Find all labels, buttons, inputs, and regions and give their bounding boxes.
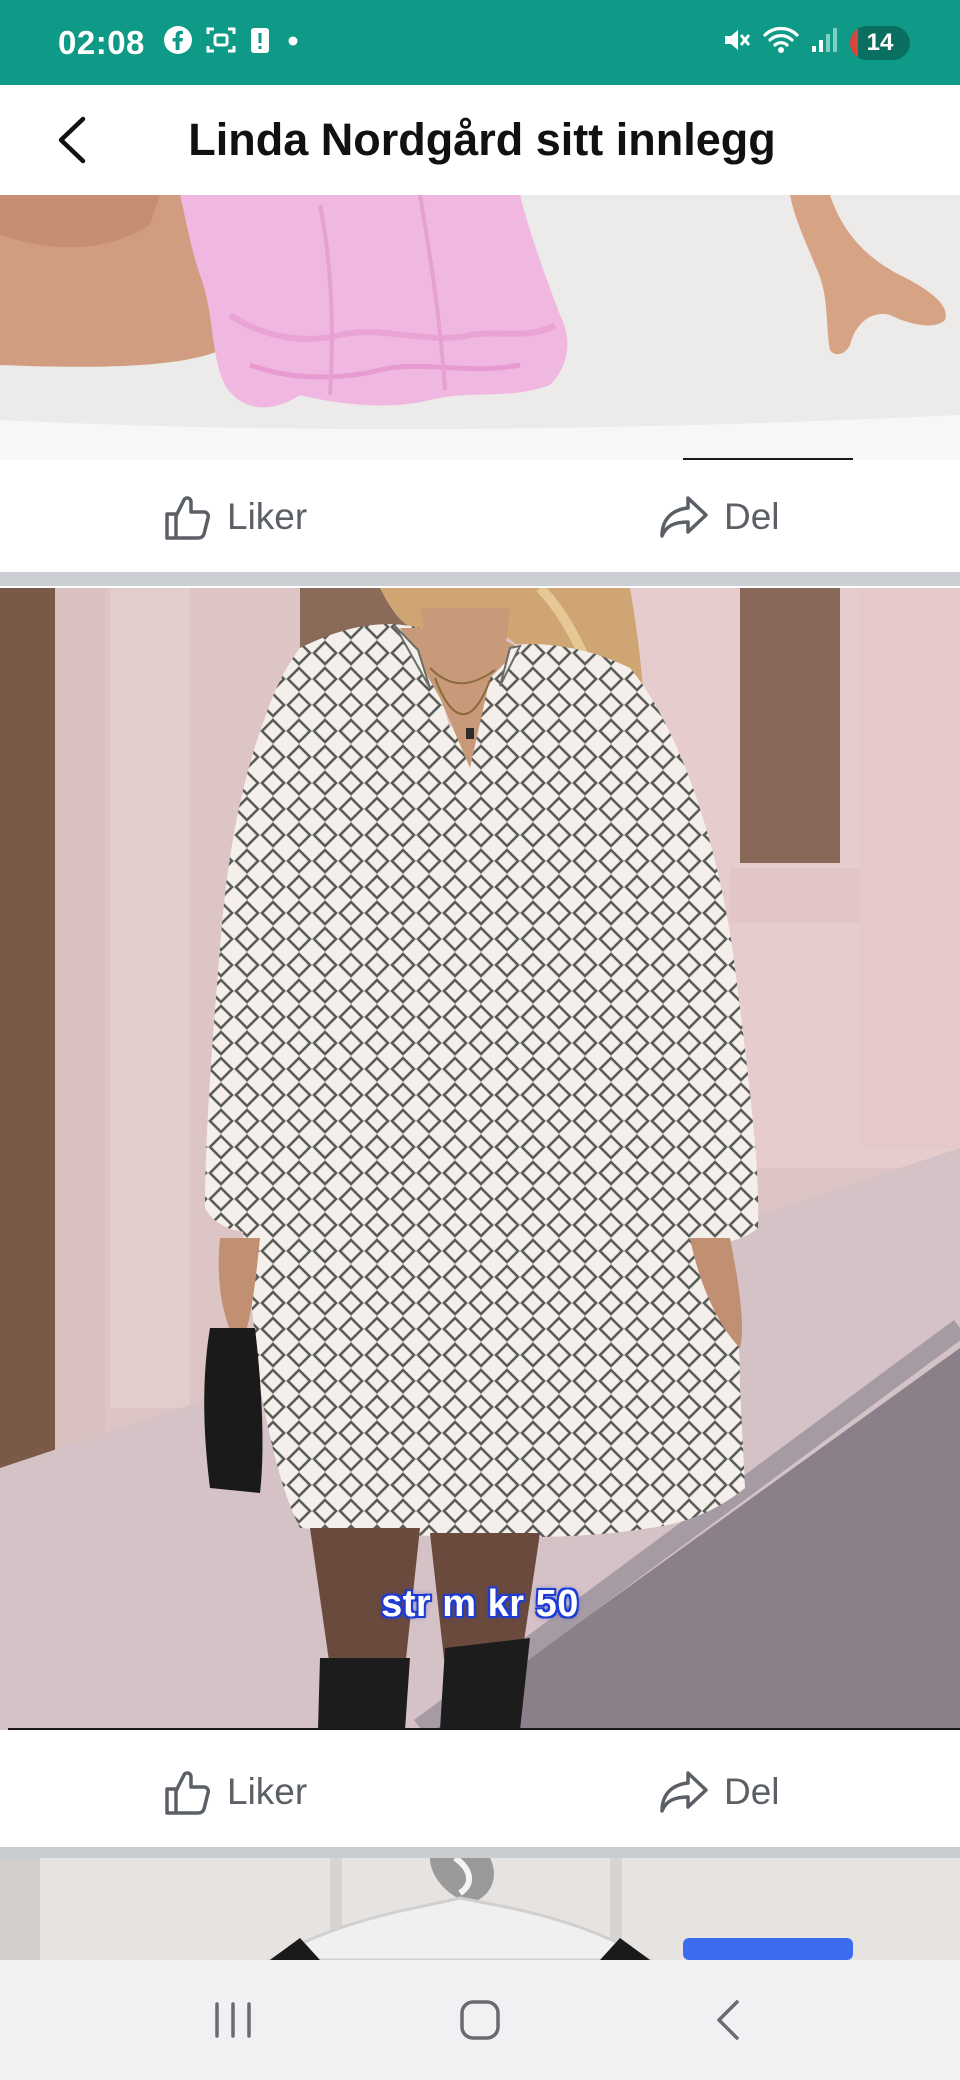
post-separator xyxy=(0,572,960,586)
back-icon xyxy=(716,2000,739,2040)
recent-apps-button[interactable] xyxy=(183,1980,283,2060)
screenshot-icon xyxy=(205,25,237,60)
carousel-indicator xyxy=(8,1728,960,1730)
page-title: Linda Nordgård sitt innlegg xyxy=(188,114,776,165)
status-bar: 02:08 14 xyxy=(0,0,960,85)
photo-caption: str m kr 50 xyxy=(381,1583,579,1625)
share-button[interactable]: Del xyxy=(658,462,780,572)
battery-level-fill xyxy=(850,25,859,60)
carousel-indicator xyxy=(683,458,853,460)
like-button[interactable]: Liker xyxy=(163,462,307,572)
battery-percent: 14 xyxy=(866,28,894,56)
dot-icon xyxy=(283,25,303,60)
status-notification-icons xyxy=(163,25,303,60)
system-back-button[interactable] xyxy=(677,1980,777,2060)
alert-icon xyxy=(249,25,271,60)
post-photo-1[interactable] xyxy=(0,195,960,460)
share-icon xyxy=(660,1771,708,1813)
facebook-icon xyxy=(163,25,193,60)
post-actions-1: Liker Del xyxy=(0,462,960,572)
app-header: Linda Nordgård sitt innlegg xyxy=(0,85,960,195)
post-actions-2: Liker Del xyxy=(0,1737,960,1847)
post-photo-3[interactable] xyxy=(0,1858,960,1960)
post-separator xyxy=(0,1847,960,1858)
status-time: 02:08 xyxy=(58,23,145,61)
recent-apps-icon xyxy=(215,2002,252,2038)
post-photo-2-image xyxy=(0,588,960,1730)
battery-icon: 14 xyxy=(850,25,910,60)
post-photo-3-image xyxy=(0,1858,960,1960)
thumbs-up-icon xyxy=(165,1771,210,1815)
thumbs-up-icon xyxy=(165,496,210,540)
mute-icon xyxy=(720,24,752,61)
post-photo-1-image xyxy=(0,195,960,460)
like-label: Liker xyxy=(227,496,308,537)
like-label: Liker xyxy=(227,1771,308,1812)
home-icon xyxy=(460,2000,500,2040)
status-system-icons: 14 xyxy=(720,24,910,61)
share-icon xyxy=(660,496,708,538)
share-label: Del xyxy=(724,1771,780,1812)
share-label: Del xyxy=(724,496,780,537)
home-button[interactable] xyxy=(430,1980,530,2060)
system-nav-bar xyxy=(0,1960,960,2080)
like-button[interactable]: Liker xyxy=(163,1737,307,1847)
wifi-icon xyxy=(762,24,800,61)
signal-icon xyxy=(810,24,840,61)
post-photo-2[interactable]: str m kr 50 xyxy=(0,588,960,1730)
share-button[interactable]: Del xyxy=(658,1737,780,1847)
